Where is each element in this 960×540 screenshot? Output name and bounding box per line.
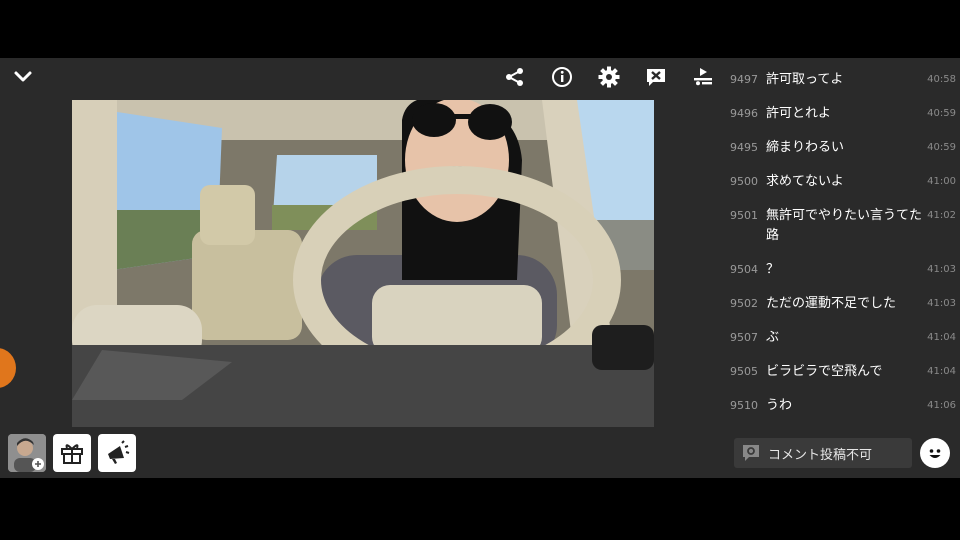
- comment-number: 9501: [730, 209, 758, 222]
- info-button[interactable]: [549, 64, 575, 90]
- megaphone-icon: [108, 440, 130, 464]
- close-box-icon: [647, 69, 665, 86]
- gift-button[interactable]: [53, 434, 91, 472]
- comment-number: 9496: [730, 107, 758, 120]
- comment-number: 9504: [730, 263, 758, 276]
- comment-time: 41:04: [927, 366, 956, 377]
- letterbox-bottom: [0, 478, 960, 540]
- comment-item: 9495 締まりわるい 40:59: [730, 138, 956, 158]
- comment-input[interactable]: コメント投稿不可: [734, 438, 912, 468]
- video-frame: [72, 100, 654, 427]
- ad-button[interactable]: [98, 434, 136, 472]
- comment-number: 9497: [730, 73, 758, 86]
- comment-time: 40:58: [927, 74, 956, 85]
- gift-icon: [61, 444, 83, 464]
- comment-text: ただの運動不足でした: [766, 296, 897, 311]
- comment-time: 41:03: [927, 264, 956, 275]
- settings-button[interactable]: [596, 64, 622, 90]
- comment-time: 41:04: [927, 332, 956, 343]
- comment-time: 41:02: [927, 210, 956, 221]
- gear-icon: [598, 66, 620, 88]
- comment-item: 9505 ビラビラで空飛んで 41:04: [730, 362, 956, 382]
- comment-text: うわ: [766, 398, 793, 413]
- hide-comments-button[interactable]: [643, 64, 669, 90]
- comment-list: 9497 許可取ってよ 40:58 9496 許可とれよ 40:59 9495 …: [730, 70, 956, 430]
- emoji-button[interactable]: [920, 438, 950, 468]
- info-icon: [552, 67, 572, 87]
- share-button[interactable]: [502, 64, 528, 90]
- chevron-down-icon: [14, 71, 32, 82]
- avatar[interactable]: [8, 434, 46, 472]
- comment-number: 9500: [730, 175, 758, 188]
- collapse-button[interactable]: [10, 64, 36, 90]
- video-player[interactable]: [72, 100, 654, 427]
- comment-number: 9505: [730, 365, 758, 378]
- comment-item: 9501 無許可でやりたい言うてた路 41:02: [730, 206, 956, 246]
- comment-input-placeholder: コメント投稿不可: [768, 447, 873, 463]
- cast-button[interactable]: [690, 64, 716, 90]
- user-avatar-icon: [8, 434, 46, 472]
- comment-number: 9495: [730, 141, 758, 154]
- comment-item: 9500 求めてないよ 41:00: [730, 172, 956, 192]
- comment-time: 40:59: [927, 108, 956, 119]
- letterbox-top: [0, 0, 960, 58]
- comment-item: 9497 許可取ってよ 40:58: [730, 70, 956, 90]
- comment-text: ビラビラで空飛んで: [766, 364, 883, 379]
- comment-text: ？: [766, 262, 780, 277]
- comment-item: 9507 ぶ 41:04: [730, 328, 956, 348]
- comment-item: 9496 許可とれよ 40:59: [730, 104, 956, 124]
- comment-time: 41:03: [927, 298, 956, 309]
- emoji-icon: [925, 443, 945, 463]
- comment-text: ぶ: [766, 330, 780, 345]
- comment-text: 許可取ってよ: [766, 72, 844, 87]
- share-icon: [506, 68, 523, 86]
- toolbar: [500, 64, 720, 90]
- comment-settings-icon[interactable]: [740, 442, 762, 464]
- comment-text: 許可とれよ: [766, 106, 832, 121]
- comment-text: 無許可でやりたい言うてた路: [766, 208, 923, 243]
- comment-number: 9502: [730, 297, 758, 310]
- comment-item: 9502 ただの運動不足でした 41:03: [730, 294, 956, 314]
- comment-number: 9510: [730, 399, 758, 412]
- comment-time: 41:06: [927, 400, 956, 411]
- comment-time: 40:59: [927, 142, 956, 153]
- comment-number: 9507: [730, 331, 758, 344]
- cast-icon: [694, 68, 712, 86]
- comment-text: 締まりわるい: [766, 140, 845, 155]
- comment-text: 求めてないよ: [766, 174, 844, 189]
- comment-item: 9504 ？ 41:03: [730, 260, 956, 280]
- comment-item: 9510 うわ 41:06: [730, 396, 956, 416]
- comment-time: 41:00: [927, 176, 956, 187]
